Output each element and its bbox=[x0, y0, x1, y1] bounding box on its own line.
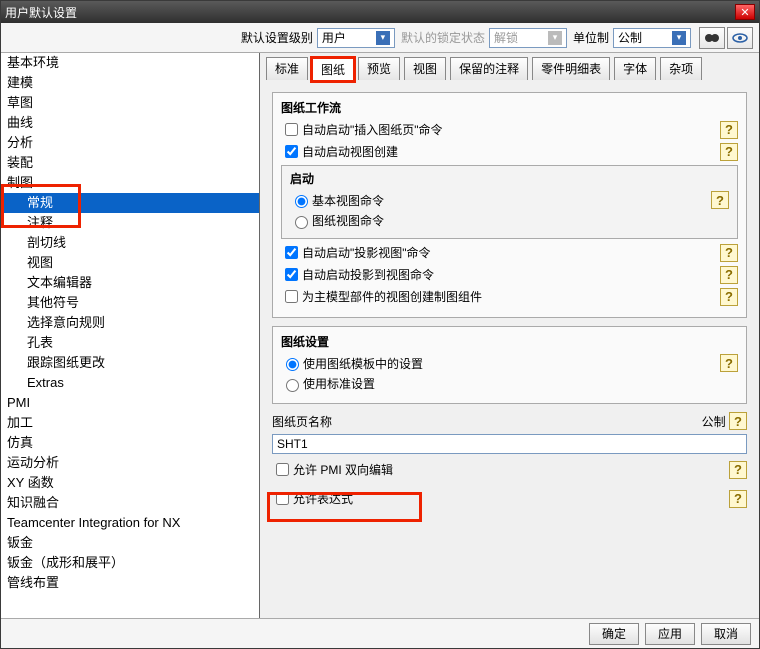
nav-item[interactable]: Extras bbox=[1, 373, 259, 393]
titlebar: 用户默认设置 ✕ bbox=[1, 1, 759, 23]
nav-item[interactable]: 剖切线 bbox=[1, 233, 259, 253]
tab-panel: 图纸工作流 自动启动"插入图纸页"命令? 自动启动视图创建? 启动 基本视图命令… bbox=[266, 86, 753, 612]
nav-item[interactable]: 文本编辑器 bbox=[1, 273, 259, 293]
nav-item[interactable]: 分析 bbox=[1, 133, 259, 153]
sheetname-row: 图纸页名称 公制 ? bbox=[272, 412, 747, 430]
footer: 确定 应用 取消 bbox=[1, 618, 759, 648]
chk-auto-projto[interactable] bbox=[285, 268, 298, 281]
apply-button[interactable]: 应用 bbox=[645, 623, 695, 645]
chevron-down-icon: ▾ bbox=[548, 31, 562, 45]
nav-item[interactable]: 基本环境 bbox=[1, 53, 259, 73]
help-icon[interactable]: ? bbox=[729, 412, 747, 430]
chk-auto-project[interactable] bbox=[285, 246, 298, 259]
eye-button[interactable] bbox=[727, 27, 753, 49]
unit-combo[interactable]: 公制 ▾ bbox=[613, 28, 691, 48]
nav-item[interactable]: 钣金（成形和展平） bbox=[1, 553, 259, 573]
tabs: 标准图纸预览视图保留的注释零件明细表字体杂项 bbox=[260, 53, 759, 80]
subgroup-startup: 启动 基本视图命令? 图纸视图命令 bbox=[281, 165, 738, 239]
nav-item[interactable]: 孔表 bbox=[1, 333, 259, 353]
tab-5[interactable]: 零件明细表 bbox=[532, 57, 610, 80]
radio-basic-view[interactable] bbox=[295, 195, 308, 208]
chevron-down-icon: ▾ bbox=[672, 31, 686, 45]
dialog-window: 用户默认设置 ✕ 默认设置级别 用户 ▾ 默认的锁定状态 解锁 ▾ 单位制 公制… bbox=[0, 0, 760, 649]
ok-button[interactable]: 确定 bbox=[589, 623, 639, 645]
tab-6[interactable]: 字体 bbox=[614, 57, 656, 80]
content-area: 标准图纸预览视图保留的注释零件明细表字体杂项 图纸工作流 自动启动"插入图纸页"… bbox=[260, 53, 759, 618]
sub-legend: 启动 bbox=[290, 170, 729, 187]
nav-item[interactable]: 曲线 bbox=[1, 113, 259, 133]
nav-item[interactable]: XY 函数 bbox=[1, 473, 259, 493]
radio-use-standard[interactable] bbox=[286, 379, 299, 392]
group-workflow: 图纸工作流 自动启动"插入图纸页"命令? 自动启动视图创建? 启动 基本视图命令… bbox=[272, 92, 747, 318]
chk-allow-expr[interactable] bbox=[276, 492, 289, 505]
nav-item[interactable]: 装配 bbox=[1, 153, 259, 173]
group-legend: 图纸工作流 bbox=[281, 99, 738, 116]
chk-create-comp[interactable] bbox=[285, 290, 298, 303]
tab-7[interactable]: 杂项 bbox=[660, 57, 702, 80]
nav-item[interactable]: Teamcenter Integration for NX bbox=[1, 513, 259, 533]
help-icon[interactable]: ? bbox=[720, 143, 738, 161]
nav-item[interactable]: 注释 bbox=[1, 213, 259, 233]
nav-item[interactable]: 跟踪图纸更改 bbox=[1, 353, 259, 373]
chk-auto-viewcreate[interactable] bbox=[285, 145, 298, 158]
tab-4[interactable]: 保留的注释 bbox=[450, 57, 528, 80]
tab-1[interactable]: 图纸 bbox=[312, 58, 354, 81]
sheetname-unit: 公制 bbox=[702, 413, 726, 430]
nav-item[interactable]: 建模 bbox=[1, 73, 259, 93]
nav-item[interactable]: 运动分析 bbox=[1, 453, 259, 473]
chk-allow-pmi[interactable] bbox=[276, 463, 289, 476]
lock-label: 默认的锁定状态 bbox=[401, 29, 485, 46]
nav-tree[interactable]: 基本环境建模草图曲线分析装配制图常规注释剖切线视图文本编辑器其他符号选择意向规则… bbox=[1, 53, 260, 618]
help-icon[interactable]: ? bbox=[720, 288, 738, 306]
cancel-button[interactable]: 取消 bbox=[701, 623, 751, 645]
help-icon[interactable]: ? bbox=[720, 121, 738, 139]
group-sheet-settings: 图纸设置 使用图纸模板中的设置? 使用标准设置 bbox=[272, 326, 747, 404]
help-icon[interactable]: ? bbox=[729, 490, 747, 508]
help-icon[interactable]: ? bbox=[711, 191, 729, 209]
tab-2[interactable]: 预览 bbox=[358, 57, 400, 80]
tab-3[interactable]: 视图 bbox=[404, 57, 446, 80]
chevron-down-icon: ▾ bbox=[376, 31, 390, 45]
lock-combo[interactable]: 解锁 ▾ bbox=[489, 28, 567, 48]
nav-item[interactable]: 管线布置 bbox=[1, 573, 259, 593]
binoculars-icon bbox=[704, 32, 720, 44]
level-combo[interactable]: 用户 ▾ bbox=[317, 28, 395, 48]
unit-label: 单位制 bbox=[573, 29, 609, 46]
help-icon[interactable]: ? bbox=[720, 266, 738, 284]
chk-auto-insert[interactable] bbox=[285, 123, 298, 136]
nav-item[interactable]: 制图 bbox=[1, 173, 259, 193]
tab-0[interactable]: 标准 bbox=[266, 57, 308, 80]
body: 基本环境建模草图曲线分析装配制图常规注释剖切线视图文本编辑器其他符号选择意向规则… bbox=[1, 53, 759, 618]
nav-item[interactable]: 常规 bbox=[1, 193, 259, 213]
sheetname-input[interactable] bbox=[272, 434, 747, 454]
help-icon[interactable]: ? bbox=[729, 461, 747, 479]
group-legend: 图纸设置 bbox=[281, 333, 738, 350]
nav-item[interactable]: PMI bbox=[1, 393, 259, 413]
window-title: 用户默认设置 bbox=[5, 4, 735, 21]
help-icon[interactable]: ? bbox=[720, 354, 738, 372]
help-icon[interactable]: ? bbox=[720, 244, 738, 262]
nav-item[interactable]: 知识融合 bbox=[1, 493, 259, 513]
level-label: 默认设置级别 bbox=[241, 29, 313, 46]
toolbar: 默认设置级别 用户 ▾ 默认的锁定状态 解锁 ▾ 单位制 公制 ▾ bbox=[1, 23, 759, 53]
nav-item[interactable]: 草图 bbox=[1, 93, 259, 113]
nav-item[interactable]: 视图 bbox=[1, 253, 259, 273]
nav-item[interactable]: 其他符号 bbox=[1, 293, 259, 313]
radio-use-template[interactable] bbox=[286, 358, 299, 371]
binocular-button[interactable] bbox=[699, 27, 725, 49]
nav-item[interactable]: 仿真 bbox=[1, 433, 259, 453]
radio-drawing-view[interactable] bbox=[295, 216, 308, 229]
eye-icon bbox=[732, 32, 748, 44]
nav-item[interactable]: 选择意向规则 bbox=[1, 313, 259, 333]
close-button[interactable]: ✕ bbox=[735, 4, 755, 20]
nav-item[interactable]: 加工 bbox=[1, 413, 259, 433]
sheetname-label: 图纸页名称 bbox=[272, 413, 332, 430]
nav-item[interactable]: 钣金 bbox=[1, 533, 259, 553]
